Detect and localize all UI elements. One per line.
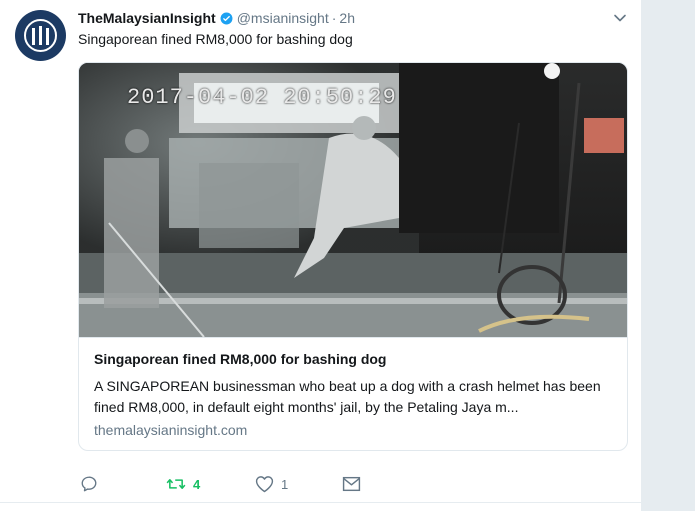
- tweet-text: Singaporean fined RM8,000 for bashing do…: [78, 31, 353, 47]
- link-card[interactable]: 2017-04-02 20:50:29 Singaporean fined RM…: [78, 62, 628, 451]
- reply-button[interactable]: [80, 472, 105, 496]
- like-icon: [255, 476, 274, 493]
- retweet-count: 4: [193, 476, 201, 492]
- tweet-divider: [0, 502, 641, 503]
- card-image[interactable]: 2017-04-02 20:50:29: [79, 63, 627, 337]
- tweet[interactable]: TheMalaysianInsight @msianinsight · 2h S…: [0, 0, 641, 511]
- chevron-down-icon[interactable]: [612, 10, 628, 26]
- direct-message-icon: [342, 476, 361, 492]
- video-timestamp-overlay: 2017-04-02 20:50:29: [127, 85, 397, 110]
- right-sidebar-background: [641, 0, 695, 511]
- retweet-icon: [166, 479, 186, 489]
- separator-dot: ·: [331, 10, 337, 26]
- retweet-button[interactable]: 4: [166, 472, 200, 496]
- timestamp-link[interactable]: 2h: [339, 10, 355, 26]
- tweet-header: TheMalaysianInsight @msianinsight · 2h: [78, 8, 355, 28]
- card-body[interactable]: Singaporean fined RM8,000 for bashing do…: [79, 337, 627, 450]
- avatar-logo: [24, 19, 57, 52]
- card-description: A SINGAPOREAN businessman who beat up a …: [94, 378, 601, 415]
- tweet-actions: 4 1: [78, 472, 478, 496]
- like-button[interactable]: 1: [255, 472, 288, 496]
- like-count: 1: [281, 476, 289, 492]
- display-name[interactable]: TheMalaysianInsight: [78, 10, 216, 26]
- verified-badge-icon: [220, 12, 233, 24]
- card-domain[interactable]: themalaysianinsight.com: [94, 422, 247, 438]
- avatar[interactable]: [15, 10, 66, 61]
- card-title[interactable]: Singaporean fined RM8,000 for bashing do…: [94, 351, 386, 367]
- handle[interactable]: @msianinsight: [237, 10, 329, 26]
- direct-message-button[interactable]: [342, 472, 361, 496]
- reply-icon: [81, 476, 97, 492]
